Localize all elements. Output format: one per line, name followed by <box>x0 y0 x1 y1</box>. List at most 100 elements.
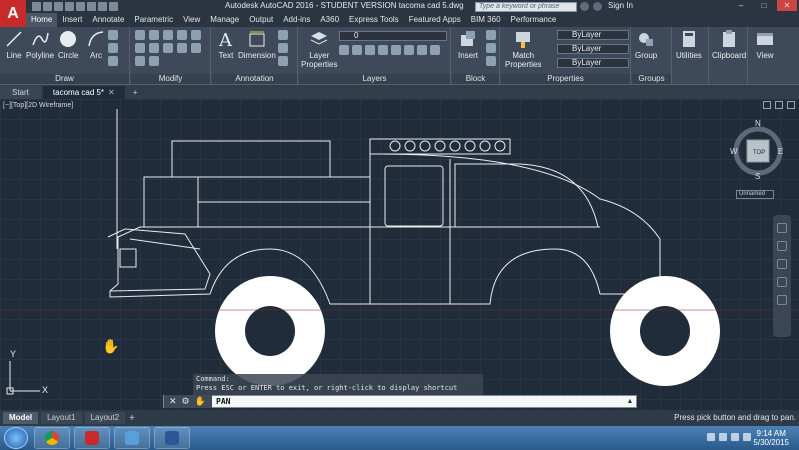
layer-walk-icon[interactable] <box>417 45 427 55</box>
tab-layout1[interactable]: Layout1 <box>41 412 82 424</box>
tab-home[interactable]: Home <box>26 13 58 27</box>
command-input[interactable]: PAN <box>212 397 624 406</box>
groups-group-label[interactable]: Groups <box>632 74 671 84</box>
add-layout-button[interactable]: + <box>129 413 135 424</box>
fillet-icon[interactable] <box>149 43 159 53</box>
file-tab-start[interactable]: Start <box>0 86 41 99</box>
layer-properties-button[interactable]: Layer Properties <box>301 29 337 69</box>
tab-annotate[interactable]: Annotate <box>87 13 129 27</box>
user-icon[interactable] <box>593 2 602 11</box>
command-history-toggle-icon[interactable]: ▲ <box>624 398 636 405</box>
open-icon[interactable] <box>43 2 52 11</box>
edit-block-icon[interactable] <box>486 43 496 53</box>
taskbar-chrome[interactable] <box>34 427 70 449</box>
taskbar-clock[interactable]: 9:14 AM 5/30/2015 <box>753 429 789 447</box>
tab-express-tools[interactable]: Express Tools <box>344 13 404 27</box>
create-block-icon[interactable] <box>486 30 496 40</box>
orbit-icon[interactable] <box>777 277 787 287</box>
trim-icon[interactable] <box>163 30 173 40</box>
annotation-group-label[interactable]: Annotation <box>212 74 297 84</box>
showmotion-icon[interactable] <box>777 295 787 305</box>
draw-group-label[interactable]: Draw <box>0 74 129 84</box>
save-as-icon[interactable] <box>65 2 74 11</box>
clipboard-button[interactable]: Clipboard <box>712 29 746 60</box>
tab-a360[interactable]: A360 <box>315 13 344 27</box>
taskbar-autocad[interactable] <box>74 427 110 449</box>
offset-icon[interactable] <box>149 56 159 66</box>
lineweight-dropdown[interactable]: ByLayer <box>557 58 629 68</box>
application-menu-button[interactable]: A <box>0 0 26 27</box>
drawing-canvas[interactable]: [−][Top][2D Wireframe] Y X ✋ TOP N S E W… <box>0 99 799 410</box>
ucs-dropdown[interactable]: Unnamed <box>736 190 774 199</box>
tray-network-icon[interactable] <box>731 433 739 441</box>
file-tab-tacoma[interactable]: tacoma cad 5* ✕ <box>42 86 125 99</box>
group-button[interactable]: Group <box>635 29 657 60</box>
dimension-button[interactable]: Dimension <box>238 29 276 60</box>
table-icon[interactable] <box>278 43 288 53</box>
arc-button[interactable]: Arc <box>86 29 106 60</box>
insert-button[interactable]: Insert <box>458 29 478 60</box>
ellipse-icon[interactable] <box>108 56 118 66</box>
zoom-extents-icon[interactable] <box>777 259 787 269</box>
layer-off-icon[interactable] <box>430 45 440 55</box>
layer-on-icon[interactable] <box>339 45 349 55</box>
ucs-icon[interactable] <box>6 361 40 395</box>
tray-arrow-icon[interactable] <box>707 433 715 441</box>
compass-s[interactable]: S <box>755 172 760 181</box>
explode-icon[interactable] <box>163 43 173 53</box>
leader-icon[interactable] <box>278 30 288 40</box>
tab-manage[interactable]: Manage <box>205 13 244 27</box>
close-command-icon[interactable]: ✕ <box>169 396 177 407</box>
tab-featured-apps[interactable]: Featured Apps <box>404 13 466 27</box>
block-group-label[interactable]: Block <box>452 74 499 84</box>
color-dropdown[interactable]: ByLayer <box>557 30 629 40</box>
save-icon[interactable] <box>54 2 63 11</box>
tray-flag-icon[interactable] <box>719 433 727 441</box>
stretch-icon[interactable] <box>177 43 187 53</box>
array-icon[interactable] <box>135 56 145 66</box>
modify-group-label[interactable]: Modify <box>131 74 210 84</box>
search-input[interactable]: Type a keyword or phrase <box>475 2 577 12</box>
layer-freeze-icon[interactable] <box>352 45 362 55</box>
utilities-button[interactable]: Utilities <box>676 29 702 60</box>
layer-match-icon[interactable] <box>391 45 401 55</box>
tab-layout2[interactable]: Layout2 <box>84 412 126 424</box>
taskbar-word[interactable] <box>154 427 190 449</box>
close-button[interactable]: ✕ <box>777 0 797 11</box>
redo-icon[interactable] <box>98 2 107 11</box>
line-button[interactable]: Line <box>4 29 24 60</box>
share-icon[interactable] <box>109 2 118 11</box>
new-tab-button[interactable]: + <box>127 86 144 99</box>
block-attribute-icon[interactable] <box>486 56 496 66</box>
start-button[interactable] <box>4 427 28 449</box>
tab-bim-360[interactable]: BIM 360 <box>466 13 506 27</box>
layer-lock-icon[interactable] <box>365 45 375 55</box>
pan-icon[interactable] <box>777 241 787 251</box>
linetype-dropdown[interactable]: ByLayer <box>557 44 629 54</box>
tab-add-ins[interactable]: Add-ins <box>278 13 315 27</box>
tab-output[interactable]: Output <box>244 13 278 27</box>
polyline-button[interactable]: Polyline <box>26 29 54 60</box>
compass-w[interactable]: W <box>730 147 738 156</box>
minimize-button[interactable]: – <box>731 0 751 11</box>
hatch-icon[interactable] <box>108 43 118 53</box>
maximize-button[interactable]: □ <box>754 0 774 11</box>
mirror-icon[interactable] <box>135 43 145 53</box>
markup-icon[interactable] <box>278 56 288 66</box>
match-properties-button[interactable]: Match Properties <box>505 29 541 69</box>
tab-insert[interactable]: Insert <box>57 13 87 27</box>
text-button[interactable]: A Text <box>216 29 236 60</box>
erase-icon[interactable] <box>177 30 187 40</box>
new-icon[interactable] <box>32 2 41 11</box>
tab-view[interactable]: View <box>178 13 205 27</box>
tab-performance[interactable]: Performance <box>506 13 562 27</box>
steering-wheel-icon[interactable] <box>777 223 787 233</box>
rotate-icon[interactable] <box>149 30 159 40</box>
circle-button[interactable]: Circle <box>58 29 78 60</box>
properties-group-label[interactable]: Properties <box>501 74 630 84</box>
plot-icon[interactable] <box>76 2 85 11</box>
scale-icon[interactable] <box>191 43 201 53</box>
layer-dropdown[interactable]: 0 <box>339 31 447 41</box>
compass-n[interactable]: N <box>755 119 761 128</box>
layers-group-label[interactable]: Layers <box>299 74 450 84</box>
